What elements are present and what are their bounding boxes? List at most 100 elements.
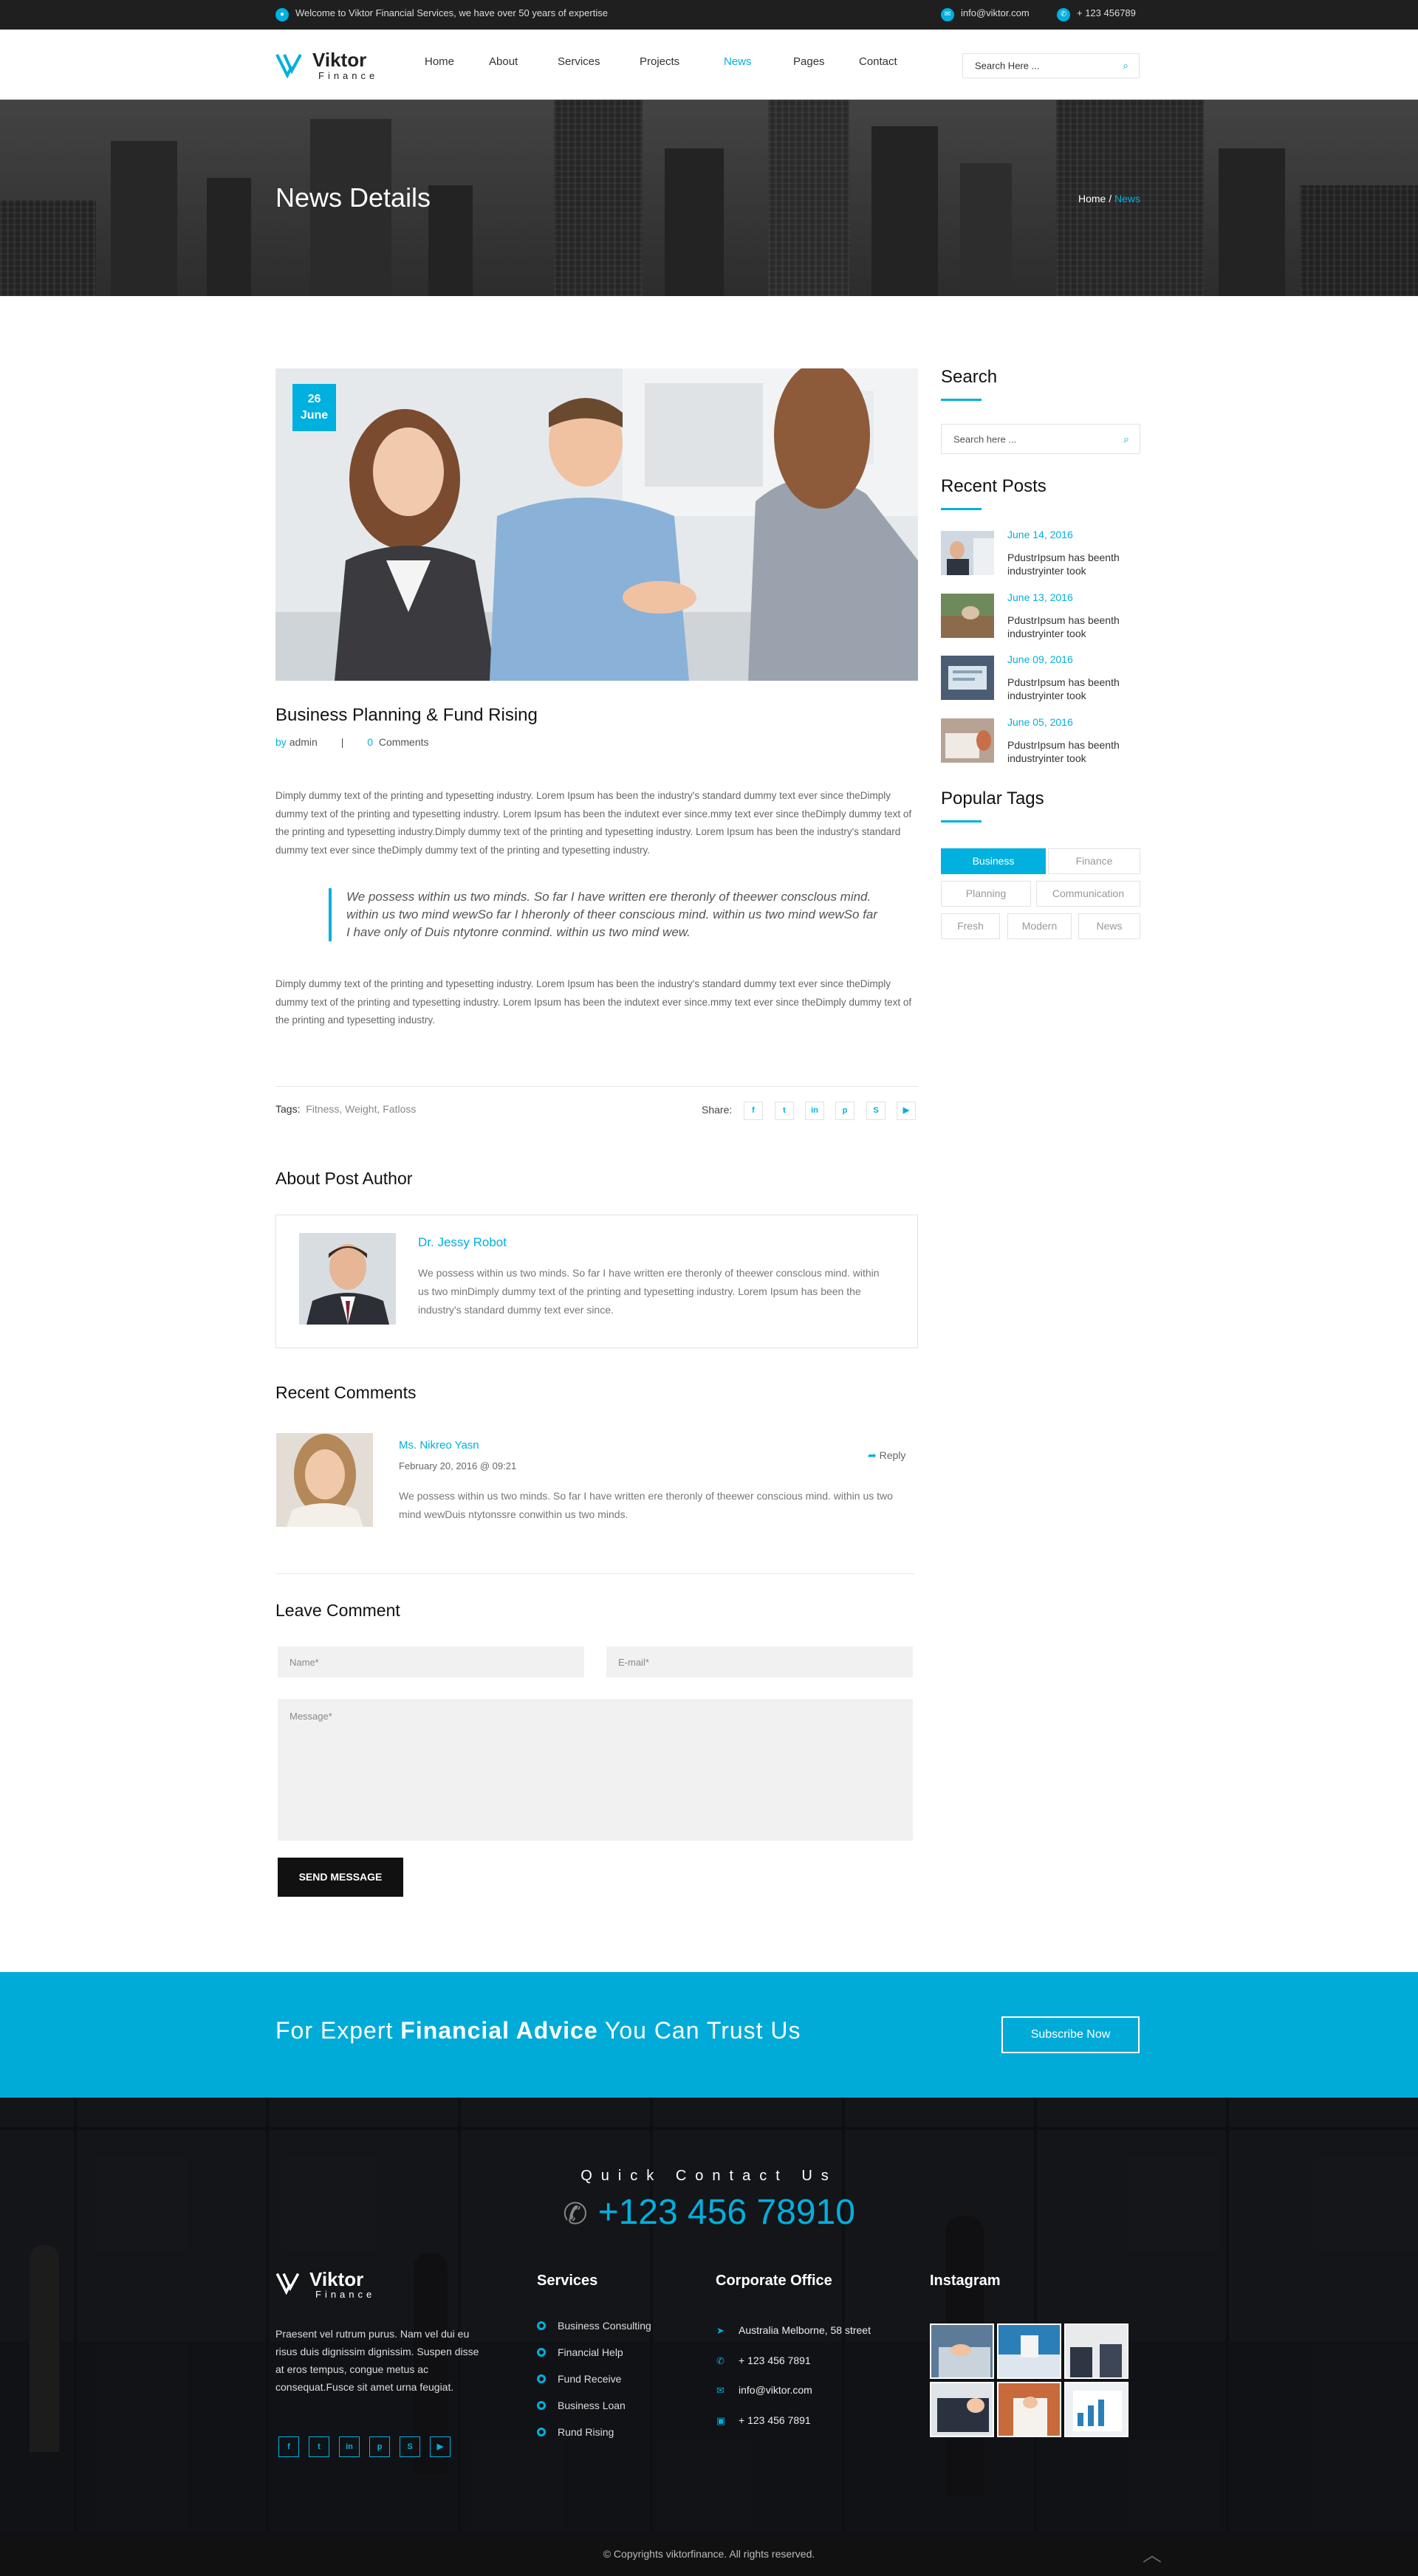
recent-post-thumb[interactable] — [941, 656, 994, 700]
skype-icon[interactable]: S — [866, 1102, 886, 1120]
sidebar-search-input[interactable]: Search here ... ⌕ — [941, 424, 1140, 454]
sidebar-search-title: Search — [941, 367, 998, 387]
comment-date: February 20, 2016 @ 09:21 — [399, 1460, 517, 1471]
divider — [275, 1086, 918, 1087]
copyright: © Copyrights viktorfinance. All rights r… — [603, 2548, 815, 2560]
tag-modern[interactable]: Modern — [1007, 913, 1072, 939]
reply-button[interactable]: ➦ Reply — [868, 1449, 905, 1462]
footer-service-link[interactable]: Rund Rising — [537, 2426, 614, 2438]
nav-home[interactable]: Home — [425, 55, 454, 68]
post-author-link[interactable]: admin — [290, 736, 318, 748]
topbar-email[interactable]: ✉ info@viktor.com — [941, 7, 1030, 21]
author-photo — [299, 1233, 396, 1325]
instagram-thumb[interactable] — [997, 2323, 1061, 2379]
circle-bullet-icon — [537, 2348, 546, 2357]
search-icon[interactable]: ⌕ — [1123, 433, 1129, 445]
envelope-icon: ✉ — [716, 2385, 725, 2396]
nav-projects[interactable]: Projects — [640, 55, 679, 68]
globe-icon: ● — [275, 8, 289, 21]
leave-comment-title: Leave Comment — [275, 1601, 400, 1620]
recent-post-date: June 13, 2016 — [1007, 591, 1073, 603]
footer-service-link[interactable]: Business Consulting — [537, 2320, 651, 2332]
skype-icon[interactable]: S — [400, 2436, 420, 2457]
linkedin-icon[interactable]: in — [805, 1102, 824, 1120]
nav-news[interactable]: News — [724, 55, 752, 68]
title-underline — [941, 508, 982, 510]
nav-about[interactable]: About — [489, 55, 518, 68]
office-address: ➤ Australia Melborne, 58 street — [716, 2324, 871, 2336]
tag-business[interactable]: Business — [941, 848, 1046, 874]
twitter-icon[interactable]: t — [775, 1102, 794, 1120]
comment-text: We possess within us two minds. So far I… — [399, 1490, 893, 1520]
facebook-icon[interactable]: f — [278, 2436, 299, 2457]
tag-finance[interactable]: Finance — [1048, 848, 1140, 874]
quick-contact-phone[interactable]: ✆ +123 456 78910 — [0, 2192, 1418, 2233]
office-email[interactable]: ✉ info@viktor.com — [716, 2384, 812, 2397]
youtube-icon[interactable]: ▶ — [897, 1102, 916, 1120]
email-field[interactable]: E-mail* — [606, 1646, 913, 1677]
post-comments-link[interactable]: 0 Comments — [367, 736, 428, 748]
breadcrumb-home[interactable]: Home — [1078, 193, 1106, 205]
tag-planning[interactable]: Planning — [941, 881, 1031, 907]
recent-post-title[interactable]: PdustrIpsum has beenth industryinter took — [1007, 614, 1140, 640]
instagram-thumb[interactable] — [930, 2323, 994, 2379]
commenter-name[interactable]: Ms. Nikreo Yasn — [399, 1439, 479, 1452]
post-paragraph-2: Dimply dummy text of the printing and ty… — [275, 978, 912, 1026]
message-field[interactable]: Message* — [278, 1699, 913, 1841]
pinterest-icon[interactable]: p — [835, 1102, 854, 1120]
tag-news[interactable]: News — [1078, 913, 1140, 939]
share-label: Share: — [702, 1104, 733, 1116]
youtube-icon[interactable]: ▶ — [430, 2436, 451, 2457]
footer-office-title: Corporate Office — [716, 2273, 832, 2289]
search-icon[interactable]: ⌕ — [1123, 60, 1128, 72]
logo-name: Viktor — [312, 49, 367, 71]
recent-post-title[interactable]: PdustrIpsum has beenth industryinter took — [1007, 676, 1140, 702]
post-tags: Tags: Fitness, Weight, Fatloss — [275, 1103, 417, 1115]
instagram-thumb[interactable] — [930, 2382, 994, 2437]
facebook-icon[interactable]: f — [744, 1102, 763, 1120]
recent-post-thumb[interactable] — [941, 531, 994, 575]
recent-post-title[interactable]: PdustrIpsum has beenth industryinter took — [1007, 738, 1140, 765]
popular-tags-title: Popular Tags — [941, 789, 1044, 808]
recent-post-thumb[interactable] — [941, 594, 994, 638]
nav-contact[interactable]: Contact — [859, 55, 897, 68]
page-banner: News Details Home / News — [0, 100, 1418, 296]
subscribe-button[interactable]: Subscribe Now — [1001, 2016, 1140, 2053]
instagram-thumb[interactable] — [1064, 2382, 1128, 2437]
header-search-input[interactable]: Search Here ... ⌕ — [962, 53, 1140, 78]
recent-posts-title: Recent Posts — [941, 476, 1047, 496]
phone-icon: ✆ — [1057, 8, 1070, 21]
author-name[interactable]: Dr. Jessy Robot — [418, 1235, 507, 1250]
cta-banner: For Expert Financial Advice You Can Trus… — [0, 1972, 1418, 2098]
divider — [275, 1573, 914, 1574]
office-phone[interactable]: ✆ + 123 456 7891 — [716, 2355, 811, 2367]
author-bio: We possess within us two minds. So far I… — [418, 1267, 880, 1316]
recent-post-title[interactable]: PdustrIpsum has beenth industryinter took — [1007, 551, 1140, 577]
office-phone-2[interactable]: ▣ + 123 456 7891 — [716, 2414, 811, 2427]
instagram-thumb[interactable] — [997, 2382, 1061, 2437]
logo-v-icon — [275, 54, 302, 78]
scroll-to-top-icon[interactable]: ︿ — [1141, 2545, 1163, 2564]
circle-bullet-icon — [537, 2374, 546, 2383]
footer-services-title: Services — [537, 2273, 598, 2289]
post-title: Business Planning & Fund Rising — [275, 705, 538, 725]
author-avatar — [299, 1233, 396, 1325]
post-meta: by admin | 0 Comments — [275, 736, 429, 748]
send-message-button[interactable]: SEND MESSAGE — [278, 1858, 403, 1897]
location-icon: ➤ — [716, 2325, 725, 2336]
footer-service-link[interactable]: Financial Help — [537, 2346, 623, 2358]
twitter-icon[interactable]: t — [309, 2436, 329, 2457]
name-field[interactable]: Name* — [278, 1646, 584, 1677]
bottom-bar: © Copyrights viktorfinance. All rights r… — [0, 2533, 1418, 2576]
recent-post-thumb[interactable] — [941, 718, 994, 763]
tag-fresh[interactable]: Fresh — [941, 913, 1000, 939]
tag-communication[interactable]: Communication — [1036, 881, 1140, 907]
footer-service-link[interactable]: Fund Receive — [537, 2373, 621, 2385]
topbar-phone[interactable]: ✆ + 123 456789 — [1057, 7, 1136, 21]
pinterest-icon[interactable]: p — [369, 2436, 390, 2457]
nav-pages[interactable]: Pages — [793, 55, 825, 68]
linkedin-icon[interactable]: in — [339, 2436, 360, 2457]
nav-services[interactable]: Services — [558, 55, 600, 68]
instagram-thumb[interactable] — [1064, 2323, 1128, 2379]
footer-service-link[interactable]: Business Loan — [537, 2400, 626, 2411]
